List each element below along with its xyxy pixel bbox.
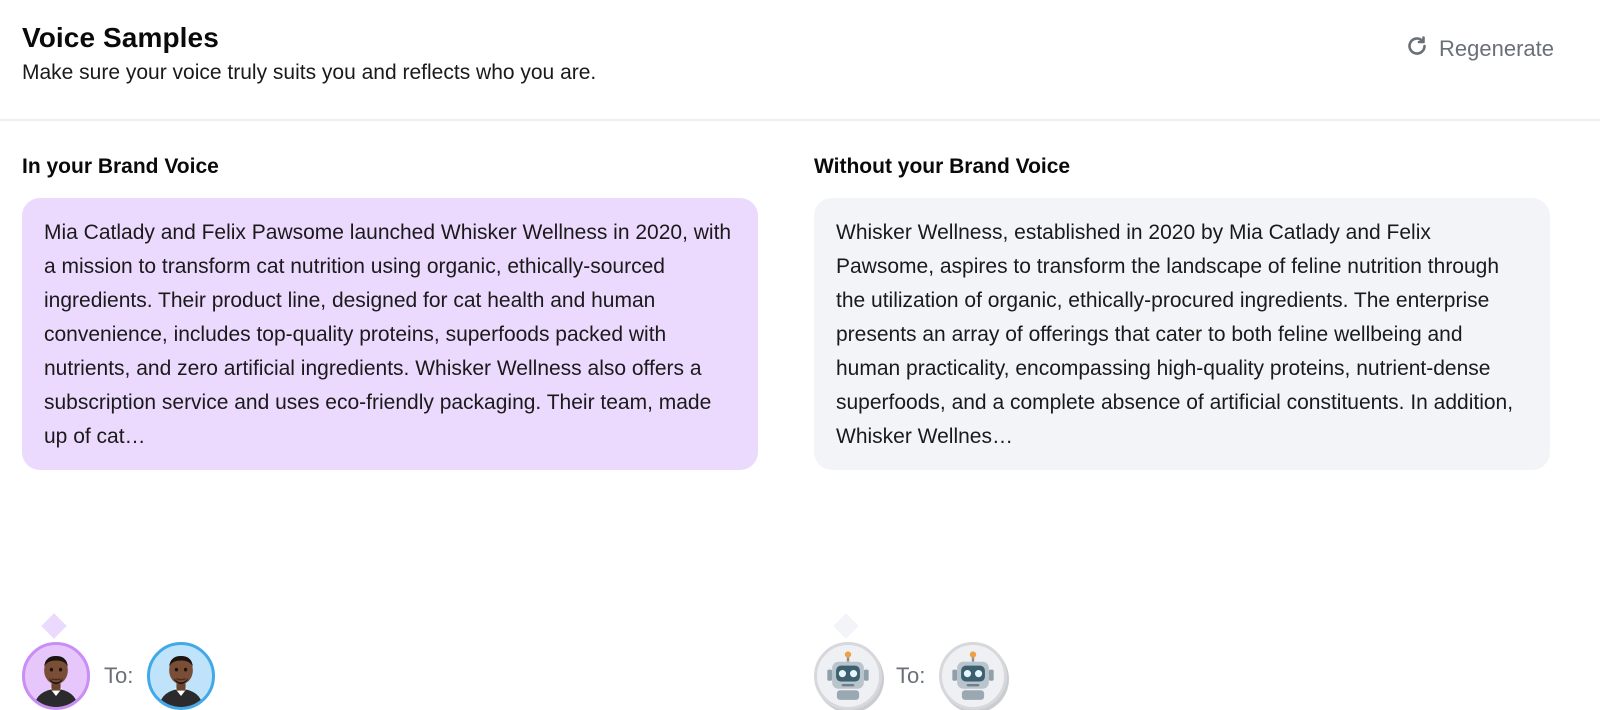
- person-avatar-icon: [159, 655, 204, 707]
- brand-voice-sample: In your Brand Voice Mia Catlady and Feli…: [22, 155, 758, 710]
- brand-voice-bubble: Mia Catlady and Felix Pawsome launched W…: [22, 198, 758, 470]
- to-label: To:: [896, 663, 926, 688]
- bubble-tail: [41, 613, 67, 639]
- generic-voice-text: Whisker Wellness, established in 2020 by…: [836, 221, 1514, 448]
- to-label: To:: [104, 663, 134, 688]
- robot-icon: [952, 651, 995, 700]
- refresh-icon: [1405, 34, 1429, 64]
- robot-icon: [827, 651, 869, 700]
- sender-robot-avatar: [814, 642, 882, 710]
- recipient-robot-avatar: [939, 642, 1008, 710]
- voice-samples-header: Voice Samples Make sure your voice truly…: [0, 0, 1600, 121]
- brand-voice-title: In your Brand Voice: [22, 155, 219, 178]
- generic-voice-participants: To:: [814, 642, 1008, 710]
- regenerate-label: Regenerate: [1439, 36, 1554, 61]
- generic-voice-title: Without your Brand Voice: [814, 155, 1071, 178]
- regenerate-button[interactable]: Regenerate: [1405, 34, 1554, 64]
- generic-voice-sample: Without your Brand Voice Whisker Wellnes…: [814, 155, 1550, 710]
- page-title: Voice Samples: [22, 22, 219, 53]
- page-subtitle: Make sure your voice truly suits you and…: [22, 61, 597, 84]
- generic-voice-bubble: Whisker Wellness, established in 2020 by…: [814, 198, 1550, 470]
- sender-avatar: [22, 642, 90, 710]
- person-avatar-icon: [34, 655, 78, 707]
- bubble-tail: [833, 613, 859, 639]
- brand-voice-text: Mia Catlady and Felix Pawsome launched W…: [44, 221, 732, 448]
- brand-voice-participants: To:: [22, 642, 216, 710]
- recipient-avatar: [147, 642, 216, 710]
